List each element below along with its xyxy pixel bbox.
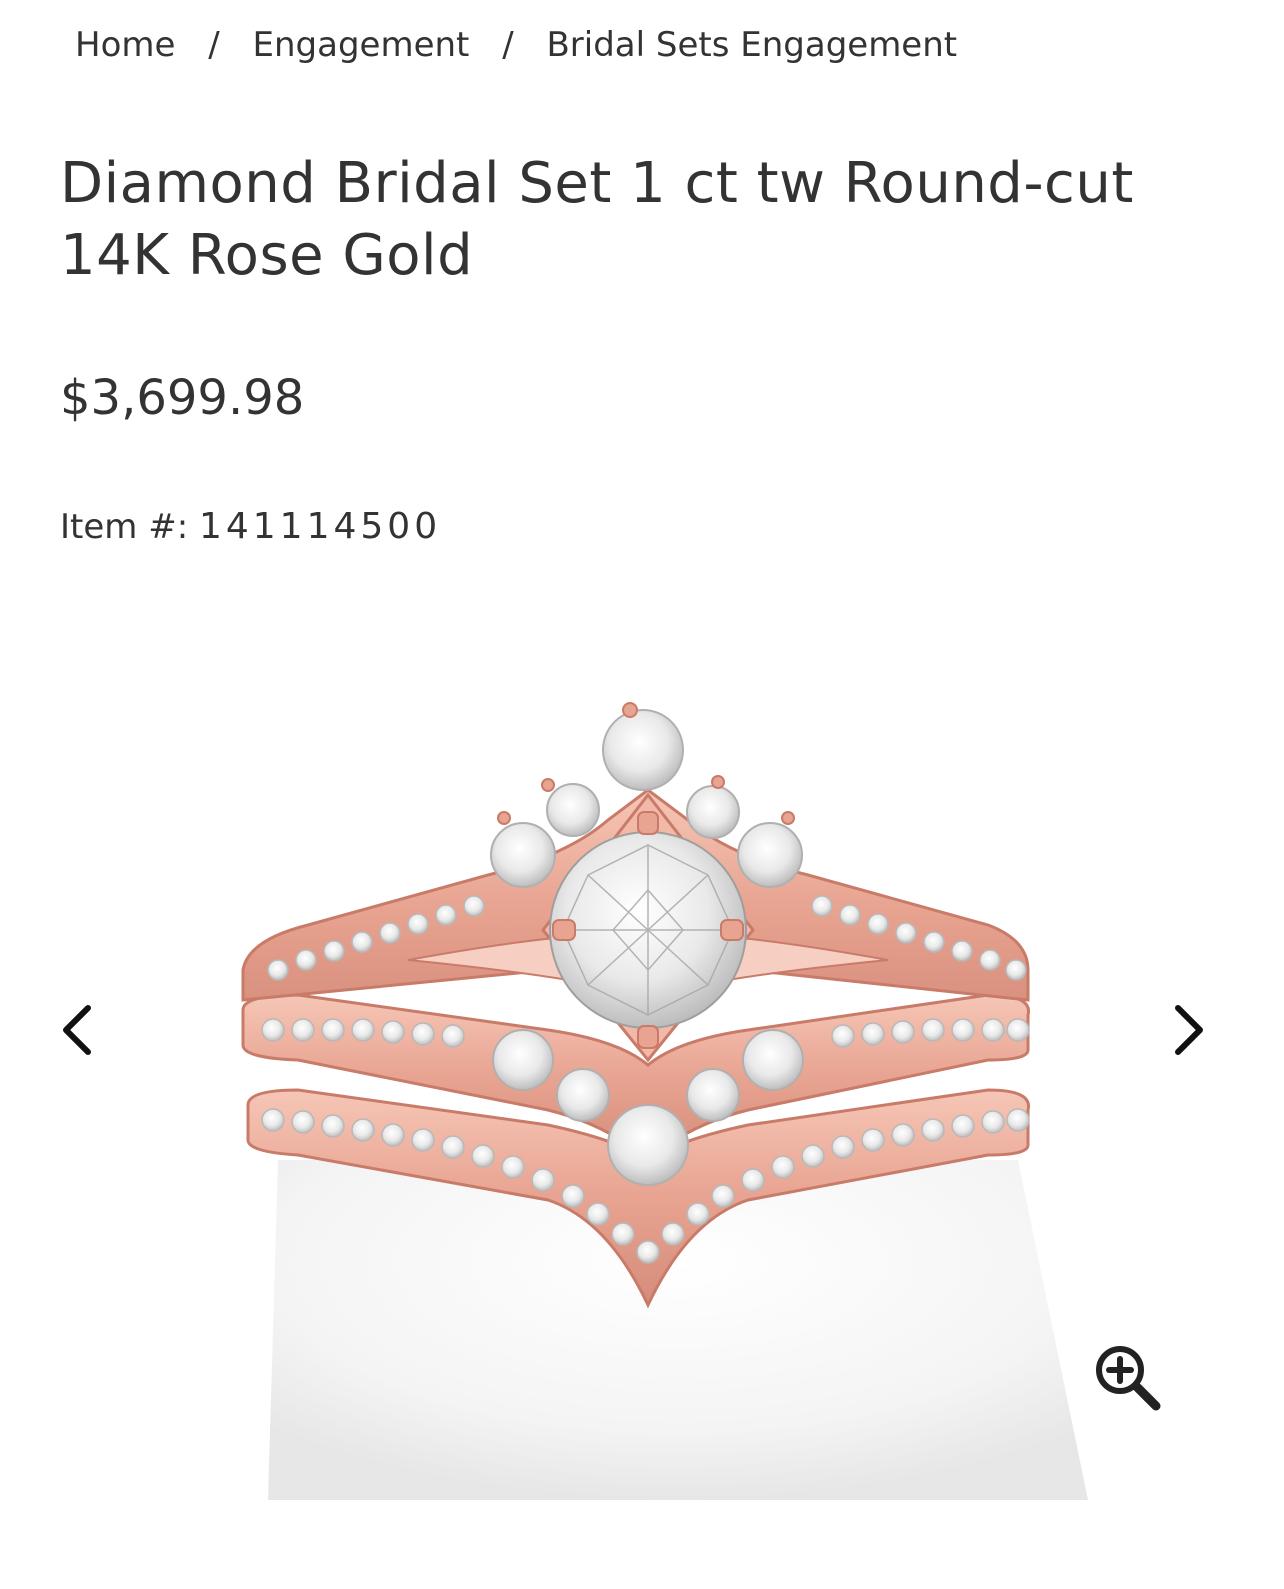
breadcrumb-bridal-sets-link[interactable]: Bridal Sets Engagement (546, 25, 957, 65)
gallery-prev-button[interactable] (48, 1000, 108, 1060)
product-image-gallery (0, 640, 1284, 1520)
zoom-in-icon (1096, 1346, 1161, 1411)
product-price: $3,699.98 (60, 370, 305, 426)
breadcrumb-separator: / (502, 25, 514, 65)
item-number-value: 141114500 (198, 506, 442, 547)
breadcrumb-home-link[interactable]: Home (75, 25, 175, 65)
product-image[interactable] (188, 640, 1108, 1500)
product-title: Diamond Bridal Set 1 ct tw Round-cut 14K… (60, 151, 1134, 288)
breadcrumb-separator: / (208, 25, 220, 65)
chevron-left-icon (63, 1005, 91, 1055)
gallery-next-button[interactable] (1158, 1000, 1218, 1060)
item-number-label: Item #: (60, 507, 189, 547)
zoom-button[interactable] (1092, 1342, 1164, 1414)
breadcrumb: Home / Engagement / Bridal Sets Engageme… (75, 22, 957, 68)
item-number-line: Item #: 141114500 (60, 505, 441, 549)
chevron-right-icon (1175, 1005, 1203, 1055)
breadcrumb-engagement-link[interactable]: Engagement (253, 25, 470, 65)
ring-illustration (241, 702, 1088, 1500)
